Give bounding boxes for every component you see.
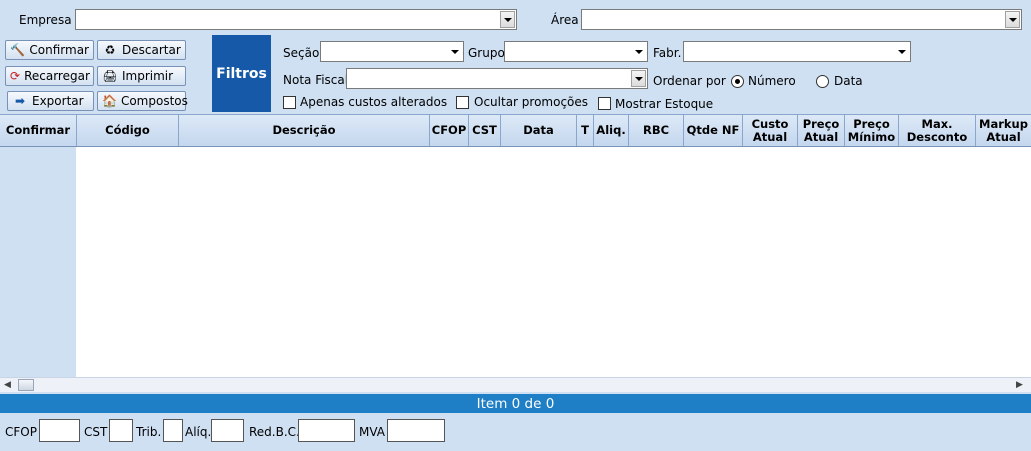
area-label: Área: [551, 13, 579, 27]
hammer-icon: 🔨: [10, 43, 26, 57]
checkbox-mostrar-estoque-label: Mostrar Estoque: [615, 97, 714, 111]
grupo-combo[interactable]: [504, 41, 648, 62]
chevron-down-icon[interactable]: [631, 70, 646, 87]
nota-fiscal-combo[interactable]: [346, 68, 648, 89]
house-icon: 🏠: [102, 94, 117, 108]
descartar-button[interactable]: ♻ Descartar: [97, 40, 186, 60]
grid-header: Confirmar Código Descrição CFOP CST Data…: [0, 114, 1031, 147]
secao-combo[interactable]: [320, 41, 464, 62]
grupo-label: Grupo: [468, 46, 505, 60]
cfop-field[interactable]: [39, 419, 80, 442]
printer-icon: 🖨: [102, 69, 118, 83]
mva-field[interactable]: [387, 419, 445, 442]
radio-data[interactable]: [816, 75, 829, 88]
checkbox-custos-alterados[interactable]: [283, 96, 296, 109]
col-descricao[interactable]: Descrição: [179, 115, 430, 146]
redbc-label: Red.B.C.: [249, 425, 300, 439]
filtros-title: Filtros: [212, 35, 271, 112]
checkbox-ocultar-promocoes[interactable]: [456, 96, 469, 109]
exportar-button[interactable]: ➡ Exportar: [7, 91, 94, 111]
empresa-combo[interactable]: [75, 9, 517, 30]
trib-label: Trib.: [136, 425, 162, 439]
col-t[interactable]: T: [577, 115, 594, 146]
col-custo-atual[interactable]: Custo Atual: [743, 115, 798, 146]
grid-body[interactable]: [0, 147, 1031, 377]
col-confirmar[interactable]: Confirmar: [0, 115, 77, 146]
radio-data-label: Data: [834, 74, 863, 88]
aliq-field[interactable]: [211, 419, 244, 442]
compostos-label: Compostos: [120, 94, 188, 108]
secao-label: Seção: [283, 46, 320, 60]
col-qtde-nf[interactable]: Qtde NF: [684, 115, 743, 146]
status-bar: Item 0 de 0: [0, 394, 1031, 413]
col-markup-atual[interactable]: Markup Atual: [976, 115, 1031, 146]
cst-label: CST: [84, 425, 108, 439]
confirmar-label: Confirmar: [29, 43, 89, 57]
grid-row-indicator-column: [0, 147, 76, 377]
col-cfop[interactable]: CFOP: [430, 115, 469, 146]
trib-field[interactable]: [163, 419, 183, 442]
imprimir-button[interactable]: 🖨 Imprimir: [97, 66, 186, 86]
recarregar-label: Recarregar: [24, 69, 90, 83]
scroll-thumb[interactable]: [18, 379, 34, 391]
col-data[interactable]: Data: [501, 115, 577, 146]
scroll-right-icon[interactable]: ▶: [1016, 380, 1023, 390]
col-preco-minimo[interactable]: Preço Mínimo: [845, 115, 899, 146]
checkbox-custos-alterados-label: Apenas custos alterados: [300, 95, 448, 109]
cfop-label: CFOP: [5, 425, 37, 439]
horizontal-scrollbar[interactable]: ◀ ▶: [0, 377, 1031, 392]
col-rbc[interactable]: RBC: [629, 115, 684, 146]
compostos-button[interactable]: 🏠 Compostos: [97, 91, 188, 111]
chevron-down-icon[interactable]: [631, 43, 646, 60]
chevron-down-icon[interactable]: [894, 43, 909, 60]
area-combo[interactable]: [581, 9, 1022, 30]
exportar-label: Exportar: [32, 94, 84, 108]
chevron-down-icon[interactable]: [1005, 11, 1020, 28]
mva-label: MVA: [359, 425, 386, 439]
empresa-label: Empresa: [19, 13, 72, 27]
confirmar-button[interactable]: 🔨 Confirmar: [5, 40, 94, 60]
col-aliq[interactable]: Aliq.: [594, 115, 629, 146]
refresh-icon: ⟳: [10, 69, 21, 83]
col-cst[interactable]: CST: [469, 115, 501, 146]
ordenar-por-label: Ordenar por: [653, 74, 726, 88]
imprimir-label: Imprimir: [122, 69, 174, 83]
col-max-desconto[interactable]: Max. Desconto: [899, 115, 976, 146]
col-preco-atual[interactable]: Preço Atual: [798, 115, 845, 146]
checkbox-mostrar-estoque[interactable]: [598, 97, 611, 110]
cst-field[interactable]: [109, 419, 133, 442]
recarregar-button[interactable]: ⟳ Recarregar: [5, 66, 94, 86]
radio-numero-label: Número: [748, 74, 796, 88]
status-text: Item 0 de 0: [476, 395, 555, 412]
scroll-left-icon[interactable]: ◀: [4, 380, 11, 390]
col-codigo[interactable]: Código: [77, 115, 179, 146]
chevron-down-icon[interactable]: [500, 11, 515, 28]
radio-numero[interactable]: [731, 75, 744, 88]
recycle-icon: ♻: [104, 43, 116, 57]
fabr-combo[interactable]: [683, 41, 911, 62]
fabr-label: Fabr.: [653, 46, 682, 60]
descartar-label: Descartar: [122, 43, 181, 57]
chevron-down-icon[interactable]: [447, 43, 462, 60]
checkbox-ocultar-promocoes-label: Ocultar promoções: [474, 95, 589, 109]
redbc-field[interactable]: [298, 419, 355, 442]
arrow-right-icon: ➡: [14, 94, 26, 108]
aliq-label: Alíq.: [185, 425, 212, 439]
nota-fiscal-label: Nota Fiscal: [283, 73, 349, 87]
